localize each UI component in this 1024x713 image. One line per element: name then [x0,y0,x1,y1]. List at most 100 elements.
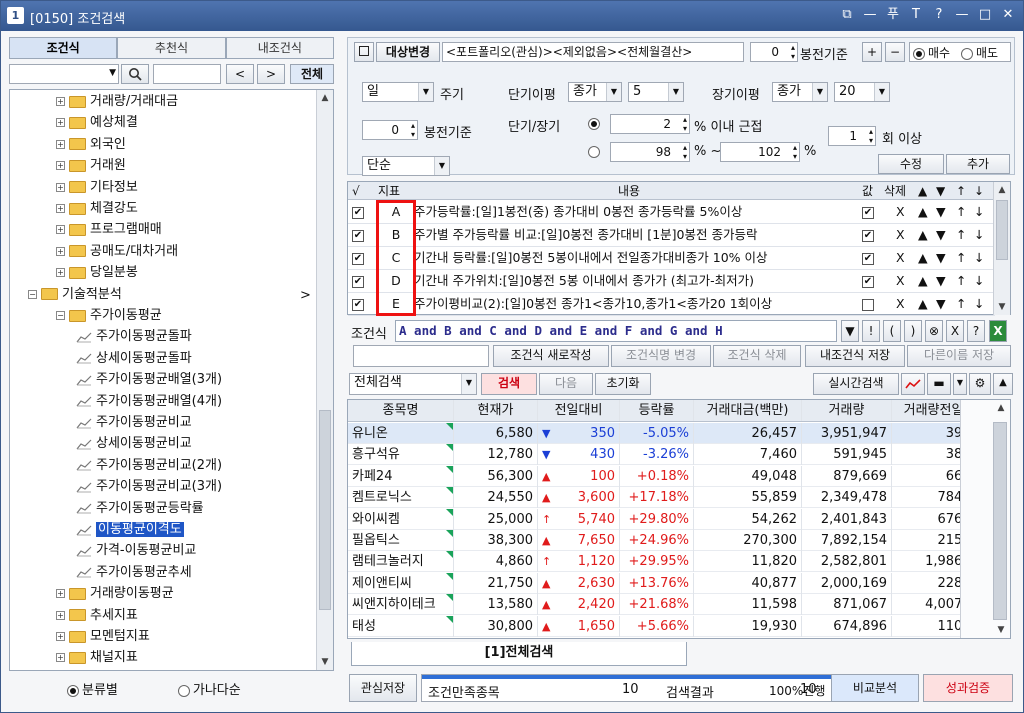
col-down[interactable]: ▼ [936,182,945,199]
move-up-icon[interactable]: ▲ [918,293,928,315]
radio-near[interactable] [588,118,600,130]
scroll-up-icon[interactable]: ▲ [993,400,1009,416]
near-spinner[interactable]: 2 [610,114,690,134]
rename-button[interactable]: 조건식명 변경 [611,345,711,367]
short-n-select[interactable]: 5 ▼ [628,82,684,102]
condition-check[interactable]: ✔ [352,270,364,292]
chart-icon[interactable] [901,373,925,395]
table-row[interactable]: 태성30,800▲1,650+5.66%19,930674,896110.22 [348,615,988,637]
table-row[interactable]: 제이앤티씨 21,750▲ 2,630+13.76%40,8772,000,169 2… [348,572,988,594]
tree-item[interactable]: + 채널지표 [56,648,138,668]
table-row[interactable]: 유니온6,580▼350-5.05%26,4573,951,94739.87 [348,423,988,444]
window-control-6[interactable]: □ [978,7,992,23]
col-up[interactable]: ▲ [918,182,927,199]
tree-item[interactable]: 주가이동평균비교 [76,413,192,433]
delete-condition-button[interactable]: 조건식 삭제 [713,345,801,367]
radio-category[interactable]: 분류별 [67,679,118,698]
delete-mark[interactable]: X [896,247,905,269]
move-up-icon[interactable]: ▲ [918,247,928,269]
formula-op-2[interactable]: ( [883,320,901,342]
table-row[interactable]: 램테크놀러지 4,860 ↑ 1,120 +29.95% 11,820 2,582,801 1… [348,551,988,573]
bong-spinner[interactable]: 0 [750,42,798,62]
move-top-icon[interactable]: ↑ [956,293,966,315]
move-down-icon[interactable]: ▼ [936,201,946,223]
tree-item[interactable]: + 기타정보 [56,178,138,198]
tree-item[interactable]: + 체결강도 [56,199,138,219]
expand-toggle-icon[interactable]: + [56,97,65,106]
scroll-thumb[interactable] [319,410,331,610]
tree-item[interactable]: 주가이동평균배열(3개) [76,370,222,390]
expand-toggle-icon[interactable]: + [56,118,65,128]
tree-item[interactable]: + 외국인 [56,135,126,155]
expand-toggle-icon[interactable]: + [56,268,65,278]
gear-icon[interactable]: ⚙ [969,373,991,395]
delete-mark[interactable]: X [896,201,905,223]
tree-item[interactable]: 주가이동평균비교(3개) [76,477,222,497]
window-icon-button[interactable] [354,42,374,62]
tree-item[interactable]: + 거래원 [56,156,126,176]
table-row[interactable]: 흥구석유12,780▼430-3.26%7,460591,94538.41 [348,444,988,466]
tree-item[interactable]: 주가이동평균배열(4개) [76,392,222,412]
expand-arrow[interactable]: > [300,286,311,306]
move-top-icon[interactable]: ↑ [956,201,966,223]
condition-check[interactable]: ✔ [352,201,364,223]
table-row[interactable]: 켐트로닉스24,550▲3,600+17.18%55,8592,349,4787… [348,487,988,509]
plus-button[interactable]: + [862,42,882,62]
delete-mark[interactable]: X [896,293,905,315]
move-bottom-icon[interactable]: ↓ [974,270,984,292]
next-page-button[interactable]: 다음 [539,373,593,395]
condition-row[interactable]: ✔ A 주가등락률:[일]1봉전(중) 종가대비 0봉전 종가등락률 5%이상 … [348,201,995,224]
expand-toggle-icon[interactable]: + [56,653,65,663]
grid-col-header[interactable]: 종목명 [348,400,454,421]
expand-toggle-icon[interactable]: − [56,311,65,320]
tree-item[interactable]: + 추세지표 [56,606,138,626]
expand-toggle-icon[interactable]: + [56,204,65,213]
search-input[interactable] [153,64,221,84]
move-down-icon[interactable]: ▼ [936,293,946,315]
menu-icon[interactable]: ▬ [927,373,951,395]
minus-button[interactable]: − [885,42,905,62]
expand-toggle-icon[interactable]: + [56,161,65,171]
compare-button[interactable]: 비교분석 [831,674,919,702]
formula-op-0[interactable]: ▼ [841,320,859,342]
expand-toggle-icon[interactable]: + [56,225,65,235]
expand-toggle-icon[interactable]: + [56,182,65,192]
tree-item[interactable]: + 예상체결 [56,113,138,133]
move-up-icon[interactable]: ▲ [918,270,928,292]
tree-item[interactable]: + 공매도/대차거래 [56,242,178,262]
grid-col-header[interactable]: 거래대금(백만) [694,400,802,421]
move-up-icon[interactable]: ▲ [918,201,928,223]
save-as-button[interactable]: 다른이름 저장 [907,345,1011,367]
search-run-button[interactable]: 검색 [481,373,537,395]
target-field[interactable]: <포트폴리오(관심)><제외없음><전체월결산> [442,42,744,62]
window-control-5[interactable]: — [955,7,969,23]
formula-op-4[interactable]: ⊗ [925,320,943,342]
table-row[interactable]: 씨앤지하이테크 13,580 ▲ 2,420 +21.68% 11,598 871,067 4… [348,594,988,616]
move-bottom-icon[interactable]: ↓ [974,293,984,315]
window-control-1[interactable]: — [863,7,877,23]
tree-item[interactable]: 주가이동평균추세 [76,563,192,583]
save-watchlist-button[interactable]: 관심저장 [349,674,417,702]
tree-item[interactable]: 상세이동평균비교 [76,434,192,454]
grid-col-header[interactable]: 전일대비 [538,400,620,421]
tree-item[interactable]: − 기술적분석 [28,285,122,305]
edit-button[interactable]: 수정 [878,154,944,174]
window-control-7[interactable]: ✕ [1001,7,1015,23]
collapse-icon[interactable]: ▲ [993,373,1013,395]
condition-tree[interactable]: ▲ ▼ > + 거래량/거래대금 + 예상체결 + 외국인 + 거래원 + 기타정보 + 체결강도 + 프… [9,89,334,671]
radio-buy[interactable]: 매수 [913,44,950,61]
condition-value-check[interactable]: ✔ [862,270,874,292]
window-control-3[interactable]: T [909,7,923,23]
tree-item[interactable]: 이동평균이격도 [76,520,184,540]
times-spinner[interactable]: 1 [828,126,876,146]
formula-op-5[interactable]: X [946,320,964,342]
table-row[interactable]: 와이씨켐25,000↑5,740+29.80%54,2622,401,84367… [348,508,988,530]
long-kind-select[interactable]: 종가 ▼ [772,82,828,102]
verify-button[interactable]: 성과검증 [923,674,1013,702]
mode-select[interactable]: 단순 ▼ [362,156,450,176]
range-from-spinner[interactable]: 98 [610,142,690,162]
range-to-spinner[interactable]: 102 [720,142,800,162]
tree-scrollbar[interactable]: ▲ ▼ [316,90,333,670]
formula-input[interactable]: A and B and C and D and E and F and G an… [395,320,837,342]
move-bottom-icon[interactable]: ↓ [974,247,984,269]
